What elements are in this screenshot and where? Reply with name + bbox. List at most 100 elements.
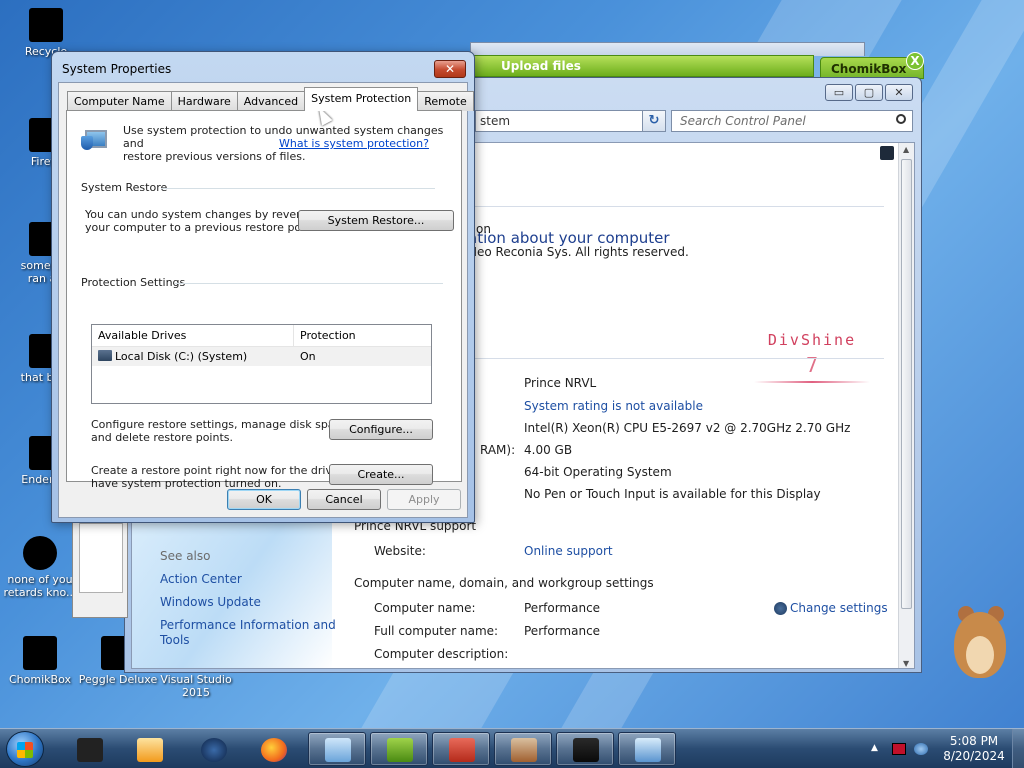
system-clock[interactable]: 5:08 PM 8/20/2024 xyxy=(934,734,1014,764)
desktop-icon-none-of-you[interactable]: none of you retards kno... xyxy=(0,536,80,599)
system-properties-dialog: System Properties ✕ Computer Name Hardwa… xyxy=(51,51,475,523)
upload-files-label: Upload files xyxy=(501,59,581,73)
cancel-button[interactable]: Cancel xyxy=(307,489,381,510)
tab-strip: Computer Name Hardware Advanced System P… xyxy=(67,87,474,111)
configure-button[interactable]: Configure... xyxy=(329,419,433,440)
clock-time: 5:08 PM xyxy=(949,734,999,748)
show-hidden-icons-button[interactable]: ▲ xyxy=(871,743,878,753)
computer-name-heading: Computer name, domain, and workgroup set… xyxy=(354,576,654,590)
system-protection-icon xyxy=(81,124,113,154)
protection-settings-group-label: Protection Settings xyxy=(81,276,186,289)
monitor-icon xyxy=(573,738,599,762)
background-window xyxy=(72,520,128,618)
help-icon[interactable] xyxy=(880,146,894,160)
taskbar-display-app[interactable] xyxy=(556,732,614,766)
ram-label: RAM): xyxy=(480,443,516,457)
dialog-close-button[interactable]: ✕ xyxy=(434,60,466,78)
maximize-button[interactable]: ▢ xyxy=(855,84,883,101)
taskbar-tools-app[interactable] xyxy=(494,732,552,766)
address-bar[interactable]: stem ▼ xyxy=(475,110,663,132)
computer-name-value: Performance xyxy=(524,601,601,615)
divider xyxy=(175,283,443,284)
apply-button[interactable]: Apply xyxy=(387,489,461,510)
show-desktop-button[interactable] xyxy=(1012,729,1024,768)
vertical-scrollbar[interactable]: ▲ ▼ xyxy=(898,143,914,668)
tab-remote[interactable]: Remote xyxy=(417,91,474,111)
manufacturer-value: Prince NRVL xyxy=(524,376,597,390)
logo-text: DivShine xyxy=(767,331,857,349)
protection-column-header[interactable]: Protection xyxy=(294,325,431,346)
see-also-heading: See also xyxy=(160,549,211,563)
search-icon[interactable] xyxy=(896,114,906,124)
drive-protection: On xyxy=(300,350,316,363)
chomikbox-icon xyxy=(23,636,57,670)
tab-advanced[interactable]: Advanced xyxy=(236,91,306,111)
media-player-icon xyxy=(137,738,163,762)
tab-computer-name[interactable]: Computer Name xyxy=(67,91,172,111)
tab-hardware[interactable]: Hardware xyxy=(170,91,238,111)
desktop-icon-label: Peggle Deluxe xyxy=(78,673,158,686)
chomikbox-icon xyxy=(387,738,413,762)
scrollbar-thumb[interactable] xyxy=(901,159,912,609)
dialog-body: Computer Name Hardware Advanced System P… xyxy=(58,82,474,518)
upload-files-bar[interactable]: Upload files xyxy=(470,55,814,77)
hard-disk-icon xyxy=(98,350,112,361)
pen-touch-value: No Pen or Touch Input is available for t… xyxy=(524,487,821,501)
clock-date: 8/20/2024 xyxy=(943,749,1005,763)
drives-column-header[interactable]: Available Drives xyxy=(92,325,294,346)
network-icon[interactable] xyxy=(914,743,928,755)
system-restore-group-label: System Restore xyxy=(81,181,168,194)
tab-system-protection[interactable]: System Protection xyxy=(304,87,419,111)
search-input[interactable]: Search Control Panel xyxy=(671,110,913,132)
drive-row[interactable]: Local Disk (C:) (System) On xyxy=(92,347,431,366)
tools-icon xyxy=(511,738,537,762)
recycle-bin-icon xyxy=(29,8,63,42)
minimize-button[interactable]: ▭ xyxy=(825,84,853,101)
taskbar-control-panel[interactable] xyxy=(308,732,366,766)
toolbox-icon xyxy=(449,738,475,762)
refresh-button[interactable]: ↻ xyxy=(642,110,666,132)
divider xyxy=(161,188,435,189)
performance-info-link[interactable]: Performance Information and Tools xyxy=(160,618,336,648)
system-restore-button[interactable]: System Restore... xyxy=(298,210,454,231)
taskbar-globe-app[interactable] xyxy=(184,732,242,766)
desktop-icon-label: none of you retards kno... xyxy=(3,573,77,599)
create-button[interactable]: Create... xyxy=(329,464,433,485)
restore-text: You can undo system changes by reverting… xyxy=(85,208,322,234)
taskbar-firefox[interactable] xyxy=(244,732,302,766)
system-protection-panel: Use system protection to undo unwanted s… xyxy=(66,110,462,490)
tray-app-icon[interactable] xyxy=(892,743,906,755)
control-panel-icon xyxy=(325,738,351,762)
what-is-system-protection-link[interactable]: What is system protection? xyxy=(279,137,429,150)
divider xyxy=(468,358,884,359)
taskbar-toolbox[interactable] xyxy=(432,732,490,766)
hamster-desktop-pet[interactable] xyxy=(948,598,1010,682)
ok-button[interactable]: OK xyxy=(227,489,301,510)
drives-list[interactable]: Available Drives Protection Local Disk (… xyxy=(91,324,432,404)
taskbar-media-player[interactable] xyxy=(120,732,178,766)
taskbar-app-1[interactable] xyxy=(60,732,118,766)
windows-logo-icon xyxy=(17,742,33,758)
desktop-icon-chomikbox[interactable]: ChomikBox xyxy=(0,636,80,686)
start-button[interactable] xyxy=(6,731,44,767)
windows-update-link[interactable]: Windows Update xyxy=(160,595,261,610)
taskbar-system-properties[interactable] xyxy=(618,732,676,766)
system-rating-link[interactable]: System rating is not available xyxy=(524,399,703,414)
shield-icon xyxy=(774,602,787,615)
firefox-icon xyxy=(261,738,287,762)
website-label: Website: xyxy=(374,544,426,558)
chomikbox-close-button[interactable]: X xyxy=(906,52,924,70)
processor-value: Intel(R) Xeon(R) CPU E5-2697 v2 @ 2.70GH… xyxy=(524,421,851,435)
app-icon xyxy=(77,738,103,762)
computer-name-label: Computer name: xyxy=(374,601,476,615)
close-button[interactable]: ✕ xyxy=(885,84,913,101)
background-window-frame xyxy=(470,42,865,56)
none-of-you-icon xyxy=(23,536,57,570)
online-support-link[interactable]: Online support xyxy=(524,544,613,559)
change-settings-link[interactable]: Change settings xyxy=(790,601,888,616)
divider xyxy=(468,206,884,207)
divshine-logo: DivShine 7 xyxy=(752,331,872,383)
taskbar-chomikbox[interactable] xyxy=(370,732,428,766)
action-center-link[interactable]: Action Center xyxy=(160,572,242,587)
full-name-value: Performance xyxy=(524,624,601,638)
